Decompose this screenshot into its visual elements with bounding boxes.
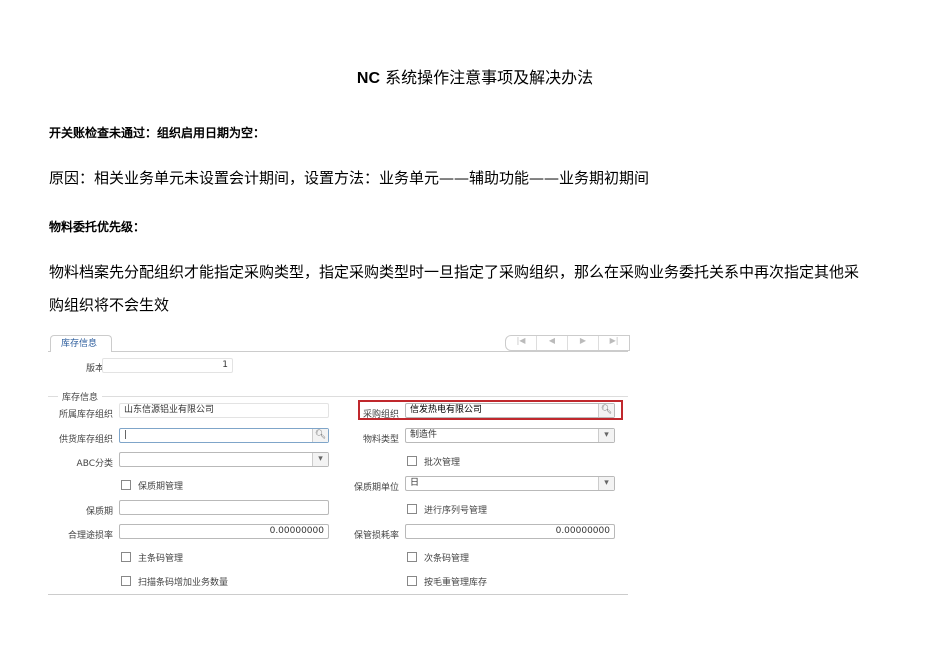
supply-org-field[interactable]: | 🔍︎	[119, 428, 329, 443]
purchase-org-label: 采购组织	[362, 410, 399, 420]
main-barcode-checkbox[interactable]: 主条码管理	[121, 551, 183, 564]
search-icon[interactable]: 🔍︎	[598, 404, 614, 417]
chevron-down-icon[interactable]: ▾	[598, 477, 614, 490]
abc-label: ABC分类	[76, 459, 113, 469]
batch-checkbox[interactable]: 批次管理	[407, 455, 460, 468]
scan-checkbox[interactable]: 扫描条码增加业务数量	[121, 575, 228, 588]
shelf-unit-select[interactable]: 日 ▾	[405, 476, 615, 491]
chevron-down-icon[interactable]: ▾	[598, 429, 614, 442]
section2-body-1: 物料档案先分配组织才能指定采购类型，指定采购类型时一旦指定了采购组织，那么在采购…	[49, 263, 860, 281]
record-nav: |◀ ◀ ▶ ▶|	[505, 335, 630, 351]
section2-heading: 物料委托优先级：	[49, 220, 146, 234]
material-type-label: 物料类型	[362, 435, 399, 445]
shelf-field[interactable]	[119, 500, 329, 515]
owner-org-field: 山东信源铝业有限公司	[119, 403, 329, 418]
version-field: 1	[102, 358, 233, 373]
shelf-unit-label: 保质期单位	[353, 483, 399, 493]
serial-checkbox[interactable]: 进行序列号管理	[407, 503, 487, 516]
sub-barcode-checkbox[interactable]: 次条码管理	[407, 551, 469, 564]
inventory-form-screenshot: 库存信息 |◀ ◀ ▶ ▶| 版本号 1 库存信息 所属库存组织 山东信源铝业有…	[48, 332, 630, 595]
section2-body-2: 购组织将不会生效	[49, 296, 170, 314]
loss-rate-label: 合理途损率	[67, 531, 113, 541]
page-title: NC 系统操作注意事项及解决办法	[356, 68, 594, 87]
shelf-label: 保质期	[85, 507, 113, 517]
prev-record-button[interactable]: ◀	[537, 336, 568, 350]
storage-loss-label: 保管损耗率	[353, 531, 399, 541]
abc-select[interactable]: ▾	[119, 452, 329, 467]
tab-inventory-info[interactable]: 库存信息	[50, 335, 112, 352]
material-type-select[interactable]: 制造件 ▾	[405, 428, 615, 443]
purchase-org-field[interactable]: 信发热电有限公司 🔍︎	[405, 403, 615, 418]
chevron-down-icon[interactable]: ▾	[312, 453, 328, 466]
gross-weight-checkbox[interactable]: 按毛重管理库存	[407, 575, 487, 588]
shelf-mgmt-checkbox[interactable]: 保质期管理	[121, 479, 183, 492]
search-icon[interactable]: 🔍︎	[312, 429, 328, 442]
group-label: 库存信息	[58, 390, 103, 403]
first-record-button[interactable]: |◀	[506, 336, 537, 350]
owner-org-label: 所属库存组织	[58, 410, 113, 420]
loss-rate-field[interactable]: 0.00000000	[119, 524, 329, 539]
storage-loss-field[interactable]: 0.00000000	[405, 524, 615, 539]
section1-heading: 开关账检查未通过：组织启用日期为空：	[49, 126, 266, 140]
last-record-button[interactable]: ▶|	[599, 336, 629, 350]
next-record-button[interactable]: ▶	[568, 336, 599, 350]
section1-body: 原因：相关业务单元未设置会计期间，设置方法：业务单元——辅助功能——业务期初期间	[49, 169, 650, 187]
supply-org-label: 供货库存组织	[58, 435, 113, 445]
